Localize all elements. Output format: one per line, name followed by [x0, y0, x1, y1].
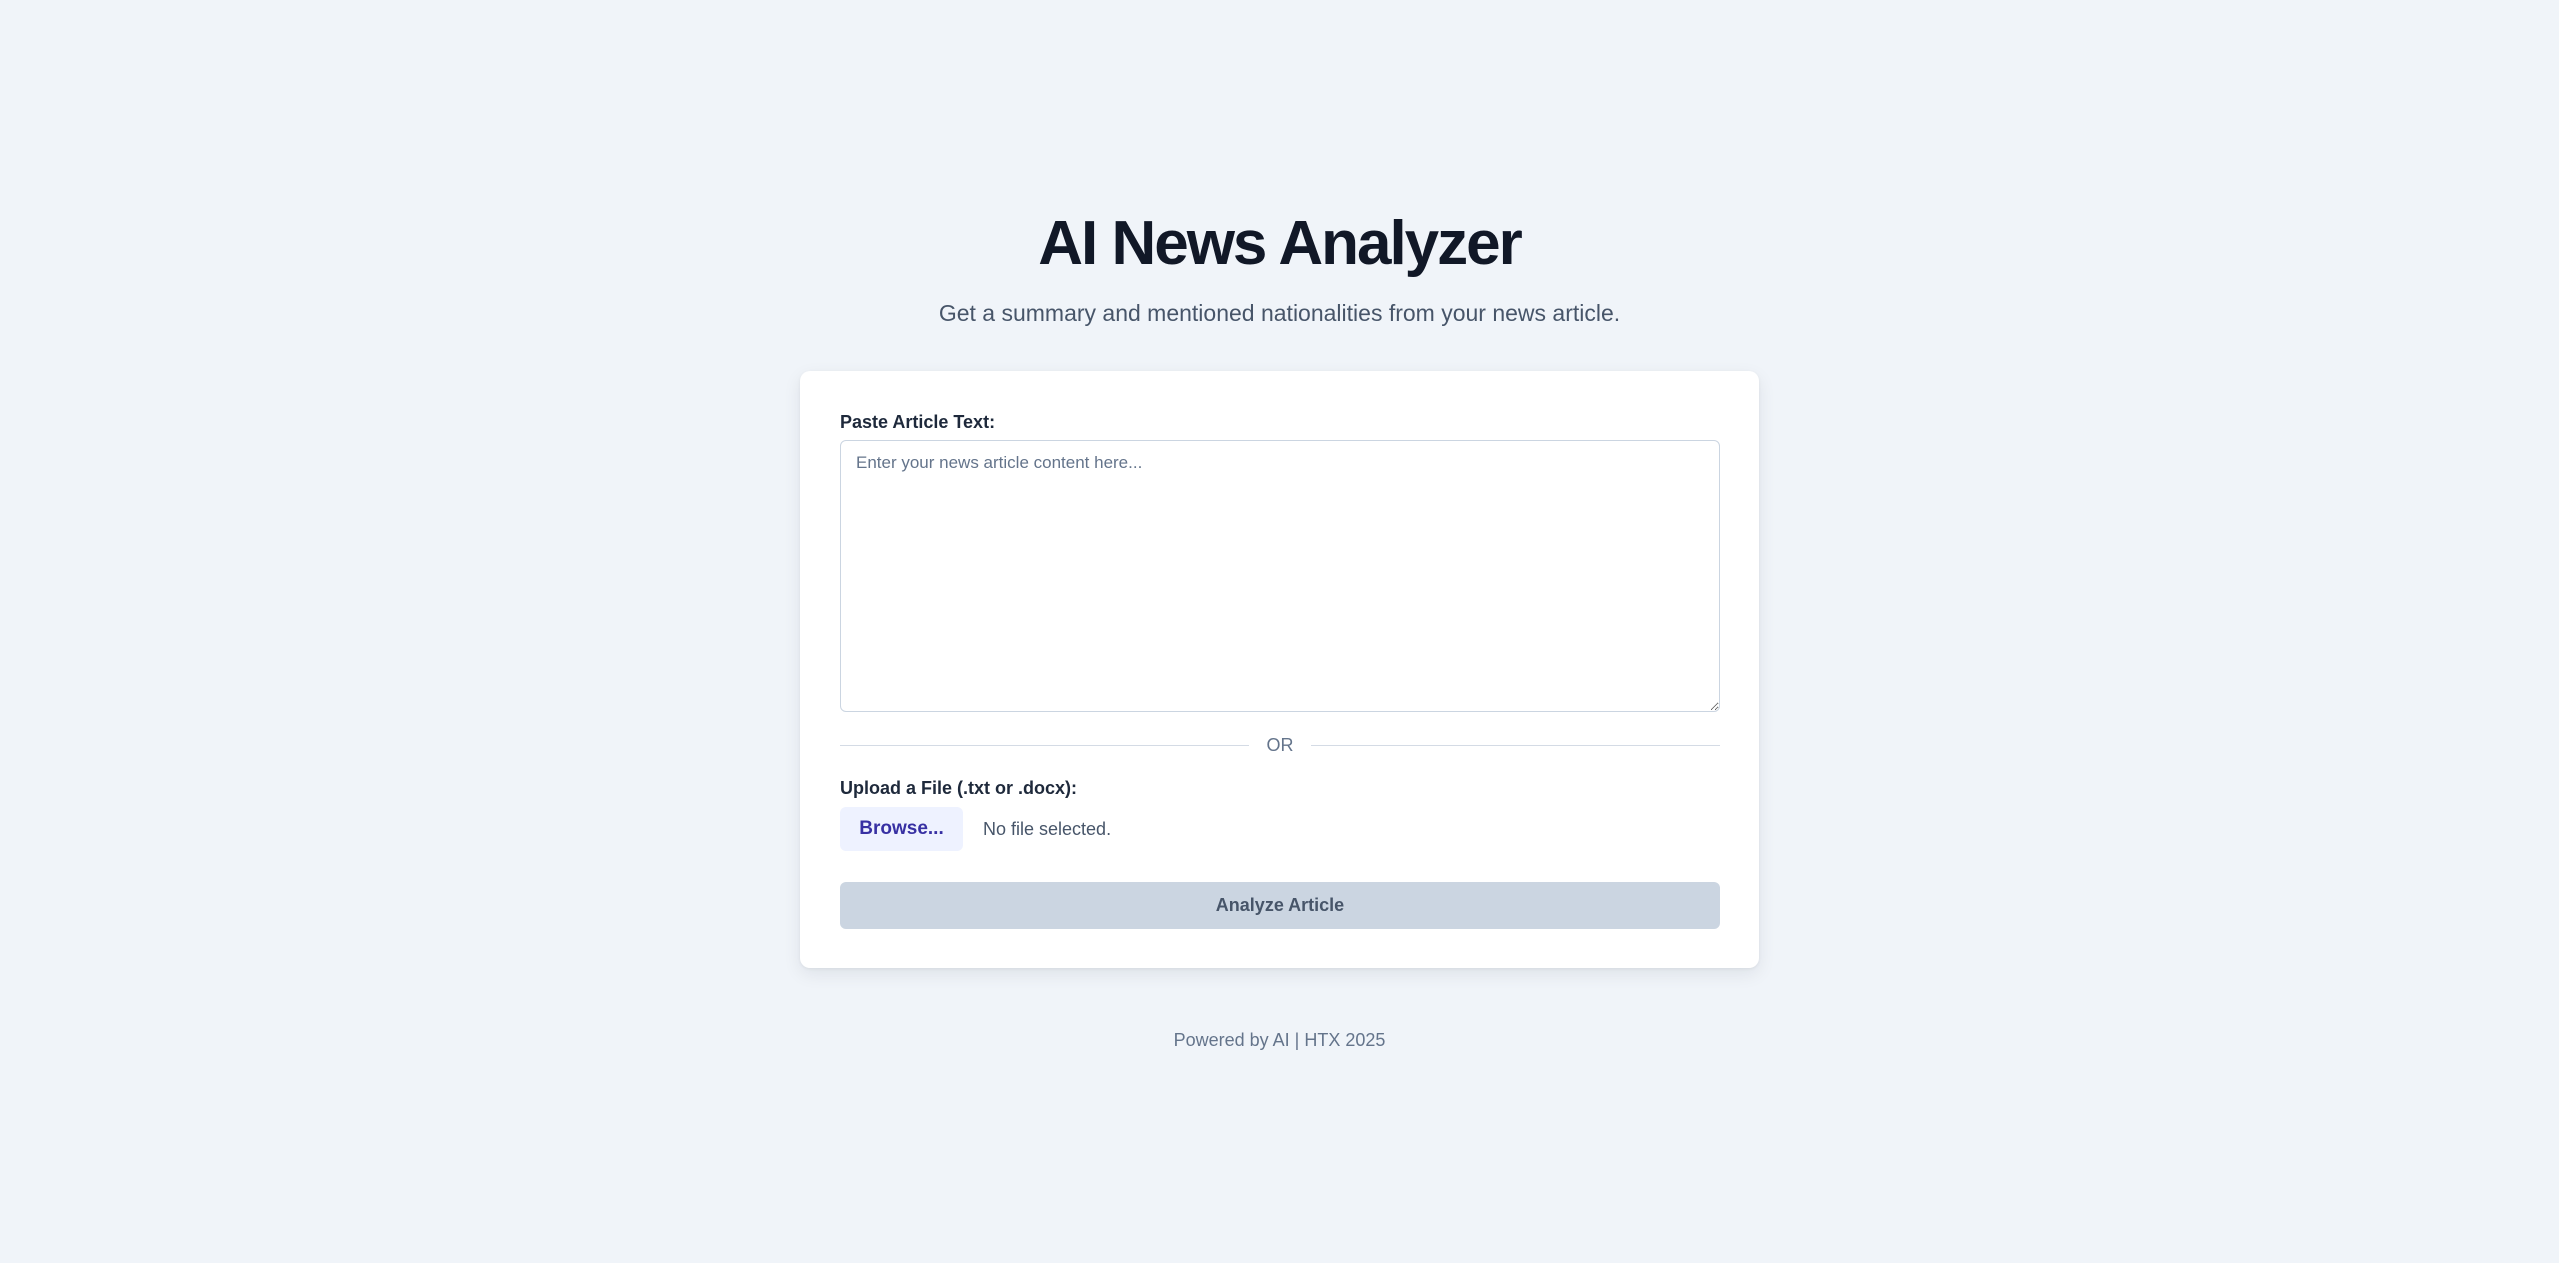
- file-upload-label: Upload a File (.txt or .docx):: [840, 778, 1078, 798]
- browse-button[interactable]: Browse...: [840, 807, 963, 851]
- analyze-article-button[interactable]: Analyze Article: [840, 882, 1720, 929]
- page-title: AI News Analyzer: [1038, 209, 1523, 278]
- file-status-text: No file selected.: [983, 818, 1112, 839]
- page-header: AI News Analyzer Get a summary and menti…: [0, 205, 2559, 329]
- file-upload-row: Browse... No file selected.: [840, 807, 1111, 851]
- page-subtitle: Get a summary and mentioned nationalitie…: [938, 300, 1621, 326]
- divider-line-right: [1311, 745, 1720, 746]
- article-text-label: Paste Article Text:: [840, 412, 996, 432]
- or-divider: OR: [840, 735, 1720, 755]
- app-page: AI News Analyzer Get a summary and menti…: [0, 0, 2559, 1263]
- article-text-input[interactable]: [840, 440, 1720, 712]
- analyzer-card: Paste Article Text: OR Upload a File (.t…: [800, 371, 1759, 968]
- page-footer: Powered by AI | HTX 2025: [1173, 1030, 1386, 1050]
